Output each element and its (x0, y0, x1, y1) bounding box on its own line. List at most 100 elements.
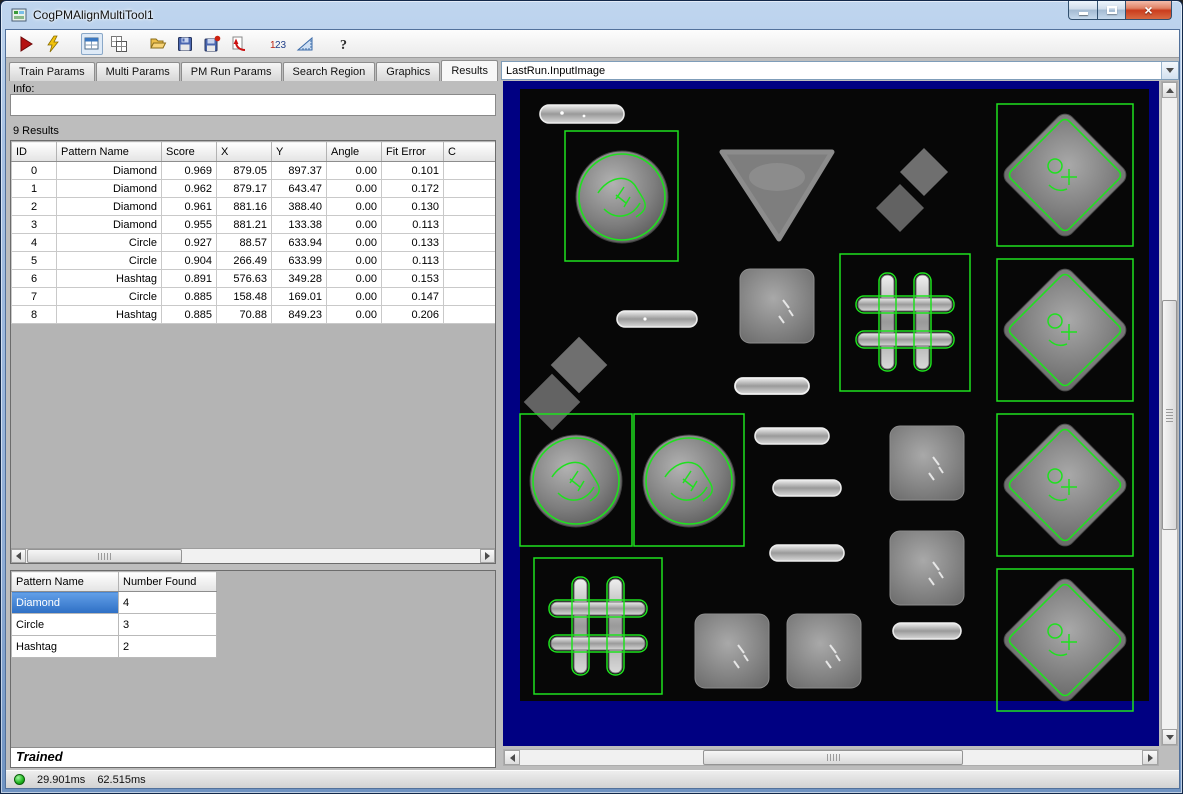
open-file-button[interactable] (147, 33, 169, 55)
summary-header-row: Pattern NameNumber Found (12, 572, 217, 592)
result-cell: 576.63 (217, 270, 272, 288)
image-hscrollbar[interactable] (503, 749, 1159, 766)
result-cell: 633.99 (272, 252, 327, 270)
numeric-display-button[interactable]: 1 23 (267, 33, 289, 55)
toolbar-separator (135, 43, 142, 44)
image-source-combobox[interactable]: LastRun.InputImage (501, 61, 1179, 80)
result-row[interactable]: 6Hashtag0.891576.63349.280.000.153 (12, 270, 496, 288)
title-bar[interactable]: CogPMAlignMultiTool1 × (1, 1, 1182, 29)
tab-multi-params[interactable]: Multi Params (96, 62, 180, 81)
save-file-icon (176, 35, 194, 53)
result-cell: 633.94 (272, 234, 327, 252)
info-textbox[interactable] (10, 94, 496, 116)
result-cell (444, 306, 496, 324)
scroll-thumb[interactable] (27, 549, 182, 563)
result-cell: 158.48 (217, 288, 272, 306)
results-column-header[interactable]: Pattern Name (57, 142, 162, 162)
result-cell: Hashtag (57, 306, 162, 324)
results-header-row: IDPattern NameScoreXYAngleFit ErrorC (12, 142, 496, 162)
maximize-button[interactable] (1098, 1, 1126, 20)
save-file-button[interactable] (174, 33, 196, 55)
result-cell (444, 162, 496, 180)
result-cell: Circle (57, 252, 162, 270)
close-icon: × (1144, 3, 1152, 17)
input-image-display[interactable] (503, 81, 1159, 746)
tab-graphics[interactable]: Graphics (376, 62, 440, 81)
tab-train-params[interactable]: Train Params (9, 62, 95, 81)
summary-row[interactable]: Hashtag2 (12, 636, 217, 658)
close-button[interactable]: × (1126, 1, 1172, 20)
summary-row[interactable]: Diamond4 (12, 592, 217, 614)
result-cell: Circle (57, 234, 162, 252)
scroll-up-button[interactable] (1162, 82, 1177, 98)
combobox-dropdown-button[interactable] (1161, 62, 1178, 79)
save-image-button[interactable] (201, 33, 223, 55)
summary-column-header[interactable]: Number Found (119, 572, 217, 592)
export-icon (230, 35, 248, 53)
summary-column-header[interactable]: Pattern Name (12, 572, 119, 592)
export-button[interactable] (228, 33, 250, 55)
result-cell: 0.130 (382, 198, 444, 216)
tab-results[interactable]: Results (441, 60, 498, 81)
results-hscrollbar[interactable] (11, 548, 495, 563)
result-cell: 0.955 (162, 216, 217, 234)
arrow-left-icon (510, 754, 515, 762)
result-cell: Diamond (57, 180, 162, 198)
result-cell: 879.05 (217, 162, 272, 180)
arrow-right-icon (485, 552, 490, 560)
results-column-header[interactable]: C (444, 142, 496, 162)
image-vscrollbar[interactable] (1161, 81, 1178, 746)
run-button[interactable] (15, 33, 37, 55)
scroll-thumb[interactable] (1162, 300, 1177, 530)
results-column-header[interactable]: X (217, 142, 272, 162)
result-row[interactable]: 7Circle0.885158.48169.010.000.147 (12, 288, 496, 306)
help-button[interactable]: ? (333, 33, 355, 55)
result-cell: 4 (12, 234, 57, 252)
result-cell: 0.961 (162, 198, 217, 216)
result-cell: 0.00 (327, 198, 382, 216)
result-cell: 0.101 (382, 162, 444, 180)
scroll-left-button[interactable] (11, 549, 26, 563)
scroll-left-button[interactable] (504, 750, 520, 765)
results-column-header[interactable]: Angle (327, 142, 382, 162)
summary-cell: 3 (119, 614, 217, 636)
results-grid[interactable]: IDPattern NameScoreXYAngleFit ErrorC 0Di… (10, 140, 496, 564)
grid-copy-button[interactable] (108, 33, 130, 55)
tab-search-region[interactable]: Search Region (283, 62, 376, 81)
measure-button[interactable] (294, 33, 316, 55)
result-cell: 879.17 (217, 180, 272, 198)
result-cell: 3 (12, 216, 57, 234)
arrow-up-icon (1166, 88, 1174, 93)
result-display-button[interactable] (81, 33, 103, 55)
result-row[interactable]: 0Diamond0.969879.05897.370.000.101 (12, 162, 496, 180)
result-row[interactable]: 5Circle0.904266.49633.990.000.113 (12, 252, 496, 270)
scroll-right-button[interactable] (480, 549, 495, 563)
results-column-header[interactable]: ID (12, 142, 57, 162)
svg-text:?: ? (340, 38, 347, 53)
scroll-right-button[interactable] (1142, 750, 1158, 765)
toolbar-separator (255, 43, 262, 44)
result-row[interactable]: 8Hashtag0.88570.88849.230.000.206 (12, 306, 496, 324)
tab-pm-run-params[interactable]: PM Run Params (181, 62, 282, 81)
result-row[interactable]: 4Circle0.92788.57633.940.000.133 (12, 234, 496, 252)
results-column-header[interactable]: Y (272, 142, 327, 162)
results-count-label: 9 Results (13, 125, 59, 137)
electric-run-button[interactable] (42, 33, 64, 55)
results-column-header[interactable]: Fit Error (382, 142, 444, 162)
results-column-header[interactable]: Score (162, 142, 217, 162)
result-row[interactable]: 1Diamond0.962879.17643.470.000.172 (12, 180, 496, 198)
minimize-button[interactable] (1068, 1, 1098, 20)
scroll-thumb[interactable] (703, 750, 963, 765)
result-cell (444, 216, 496, 234)
thumb-grip (98, 553, 111, 560)
summary-row[interactable]: Circle3 (12, 614, 217, 636)
thumb-grip (827, 754, 840, 761)
result-display-icon (83, 35, 101, 53)
result-row[interactable]: 2Diamond0.961881.16388.400.000.130 (12, 198, 496, 216)
result-cell: 0.00 (327, 180, 382, 198)
result-cell: 6 (12, 270, 57, 288)
result-cell: 0.885 (162, 288, 217, 306)
result-row[interactable]: 3Diamond0.955881.21133.380.000.113 (12, 216, 496, 234)
trained-status-label: Trained (11, 747, 495, 767)
scroll-down-button[interactable] (1162, 729, 1177, 745)
